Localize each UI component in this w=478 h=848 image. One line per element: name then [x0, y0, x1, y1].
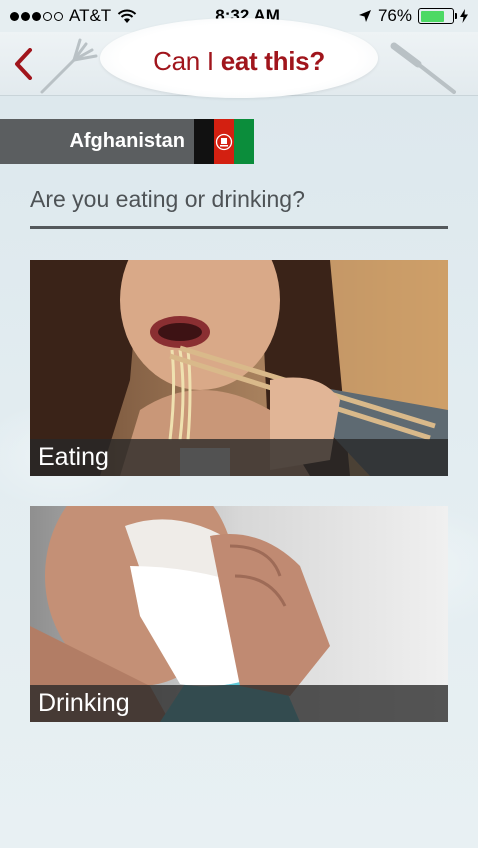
- signal-strength-icon: [10, 11, 63, 21]
- afghanistan-flag-icon: [194, 119, 254, 164]
- status-right: 76%: [358, 6, 468, 26]
- drinking-label: Drinking: [30, 685, 448, 722]
- app-header: Can I eat this?: [0, 18, 478, 98]
- knife-icon: [390, 42, 456, 94]
- eating-option-card[interactable]: Eating: [30, 260, 448, 476]
- battery-percent: 76%: [377, 6, 412, 25]
- charging-bolt-icon: [460, 9, 468, 23]
- heading-divider: [30, 226, 448, 229]
- country-name-bar[interactable]: Afghanistan: [0, 119, 194, 164]
- location-arrow-icon: [358, 10, 371, 22]
- battery-icon: [418, 8, 457, 24]
- back-button[interactable]: [8, 46, 38, 82]
- country-name: Afghanistan: [69, 130, 185, 152]
- drinking-option-card[interactable]: Drinking: [30, 506, 448, 722]
- flag-emblem-icon: [215, 133, 233, 150]
- battery-level-fill: [420, 10, 445, 22]
- status-left: AT&T: [10, 6, 137, 26]
- chevron-left-icon: [15, 48, 32, 80]
- carrier-name: AT&T: [69, 6, 112, 25]
- app-title-part1: Can I: [153, 46, 214, 76]
- question-heading: Are you eating or drinking?: [30, 186, 305, 212]
- app-title: Can I eat this?: [100, 46, 378, 77]
- wifi-icon: [117, 9, 137, 23]
- eating-label: Eating: [30, 439, 448, 476]
- fork-icon: [40, 38, 98, 94]
- app-title-part2: eat this?: [220, 46, 326, 76]
